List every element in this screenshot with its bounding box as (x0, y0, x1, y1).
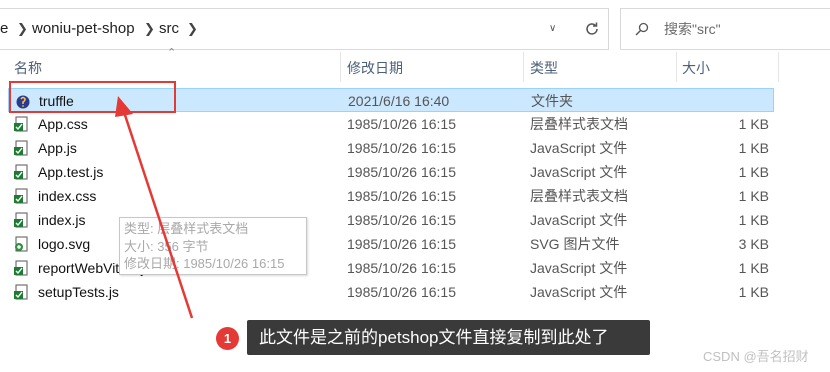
annotation-badge: 1 (216, 327, 239, 350)
annotation-text: 此文件是之前的petshop文件直接复制到此处了 (259, 328, 609, 347)
watermark: CSDN @吾名招财 (703, 349, 809, 364)
annotation-arrow (115, 96, 194, 319)
annotation-callout: 此文件是之前的petshop文件直接复制到此处了 (247, 320, 650, 355)
